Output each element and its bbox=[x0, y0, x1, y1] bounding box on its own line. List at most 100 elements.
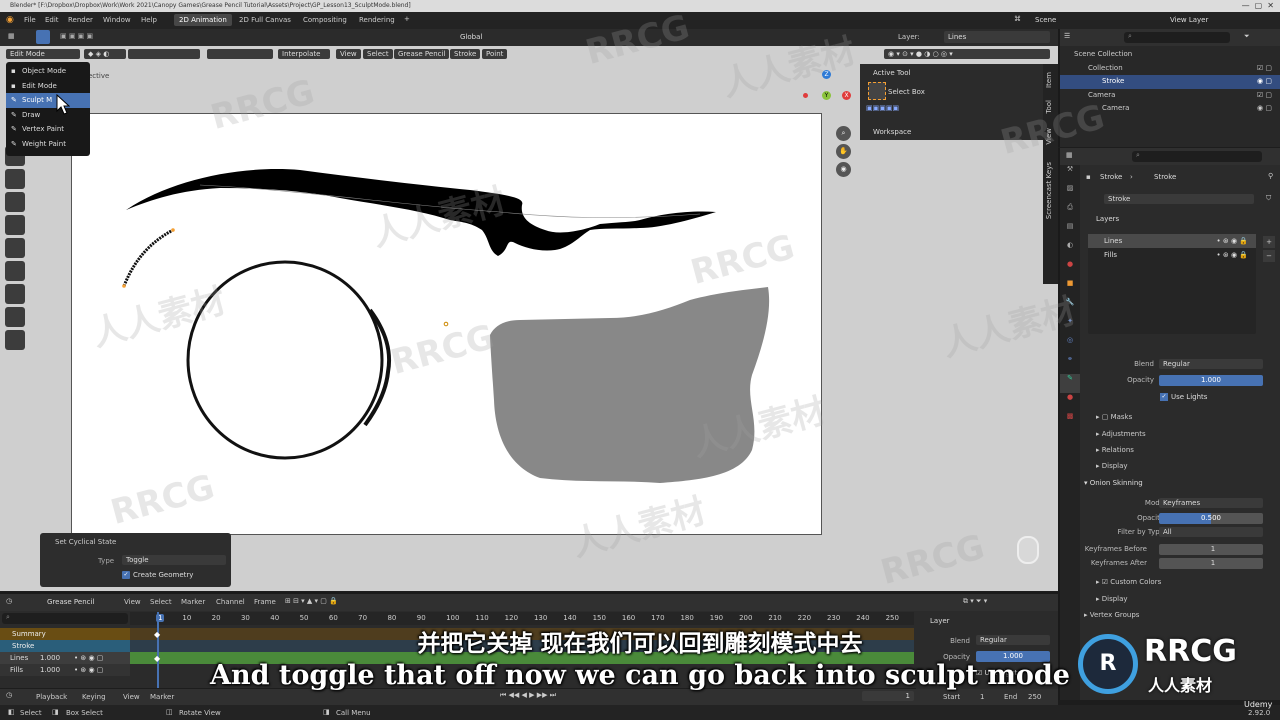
header-menu-grease-pencil[interactable]: Grease Pencil bbox=[394, 49, 450, 59]
layer-add-button[interactable]: + bbox=[1263, 236, 1275, 248]
keyframe-tools-icons[interactable]: ⊞ ⊟ ▾ ▲ ▾ ▢ 🔒 bbox=[285, 597, 338, 605]
active-tool-title[interactable]: Active Tool bbox=[873, 69, 910, 77]
blend-dropdown[interactable]: Regular bbox=[1159, 359, 1263, 369]
overlay-shading-icons[interactable]: ◉ ▾ ⊙ ▾ ● ◑ ○ ◎ ▾ bbox=[884, 49, 1050, 59]
header-menu-stroke[interactable]: Stroke bbox=[450, 49, 481, 59]
select-mode-buttons[interactable]: ▣▣▣▣▣ bbox=[866, 104, 899, 112]
gizmo-x[interactable]: X bbox=[842, 91, 851, 100]
tool-scale-icon[interactable] bbox=[5, 238, 25, 258]
layer-dropdown[interactable]: Lines bbox=[944, 31, 1050, 43]
scene-name[interactable]: Scene bbox=[1035, 16, 1056, 24]
tab-data-icon[interactable]: ✎ bbox=[1060, 374, 1080, 393]
outliner-row[interactable]: Stroke ◉ ▢ bbox=[1060, 75, 1280, 89]
mode-object[interactable]: ▪ Object Mode bbox=[6, 64, 90, 79]
mode-edit[interactable]: ▪ Edit Mode bbox=[6, 79, 90, 94]
fake-user-icon[interactable]: ⛉ bbox=[1266, 194, 1271, 203]
tool-rotate-icon[interactable] bbox=[5, 215, 25, 235]
dopesheet-filter-icons[interactable]: ⧉ ▾ ⏷ ▾ bbox=[963, 597, 987, 606]
tab-view-layer-icon[interactable]: ▤ bbox=[1060, 222, 1080, 241]
header-menu-view[interactable]: View bbox=[336, 49, 361, 59]
opacity-field[interactable]: 1.000 bbox=[1159, 375, 1263, 386]
zoom-icon[interactable]: ⌕ bbox=[836, 126, 851, 141]
camera-view-icon[interactable]: ◉ bbox=[836, 162, 851, 177]
tab-compositing[interactable]: Compositing bbox=[303, 16, 347, 24]
layer-remove-button[interactable]: − bbox=[1263, 250, 1275, 262]
outliner-editor-icon[interactable]: ☰ bbox=[1064, 32, 1070, 40]
layer-item-fills[interactable]: Fills • ⊛ ◉ 🔒 bbox=[1088, 248, 1256, 262]
header-menu-select[interactable]: Select bbox=[363, 49, 393, 59]
timeline-marker-menu[interactable]: Marker bbox=[150, 693, 174, 701]
tool-cursor-icon[interactable] bbox=[5, 169, 25, 189]
falloff-dropdown[interactable] bbox=[128, 49, 200, 59]
tab-rendering[interactable]: Rendering bbox=[359, 16, 395, 24]
gizmo-neg-x[interactable] bbox=[803, 93, 808, 98]
add-workspace-button[interactable]: + bbox=[404, 15, 410, 23]
header-menu-point[interactable]: Point bbox=[482, 49, 508, 59]
keying-menu[interactable]: Keying bbox=[82, 693, 106, 701]
outliner-row[interactable]: Collection ☑ ▢ bbox=[1060, 62, 1280, 76]
type-dropdown[interactable]: Toggle bbox=[122, 555, 226, 565]
tab-2d-animation[interactable]: 2D Animation bbox=[174, 14, 232, 26]
multiframe-toggle[interactable] bbox=[207, 49, 273, 59]
onion-skinning-panel[interactable]: ▾ Onion Skinning bbox=[1084, 479, 1143, 487]
interpolate-dropdown[interactable]: Interpolate bbox=[278, 49, 330, 59]
dopesheet-menu-view[interactable]: View bbox=[124, 598, 141, 606]
orientation-dropdown[interactable]: Global bbox=[460, 33, 482, 41]
onion-opacity-field[interactable]: 0.500 bbox=[1159, 513, 1263, 524]
tab-constraints-icon[interactable]: ⚭ bbox=[1060, 355, 1080, 374]
timeline-editor-icon[interactable]: ◷ bbox=[6, 691, 12, 699]
dopesheet-menu-channel[interactable]: Channel bbox=[216, 598, 245, 606]
tab-2d-full-canvas[interactable]: 2D Full Canvas bbox=[239, 16, 291, 24]
tool-move-icon[interactable] bbox=[5, 192, 25, 212]
select-cursor-icon[interactable] bbox=[36, 30, 50, 44]
keyframes-after-field[interactable]: 1 bbox=[1159, 558, 1263, 569]
menu-window[interactable]: Window bbox=[103, 16, 131, 24]
tab-render-icon[interactable]: ▨ bbox=[1060, 184, 1080, 203]
create-geometry-checkbox[interactable]: ✓ bbox=[122, 571, 130, 579]
custom-colors-panel[interactable]: ▸ ☑ Custom Colors bbox=[1096, 578, 1161, 586]
tab-tool-icon[interactable]: ⚒ bbox=[1060, 165, 1080, 184]
dopesheet-menu-frame[interactable]: Frame bbox=[254, 598, 276, 606]
tab-screencast-keys[interactable]: Screencast Keys bbox=[1045, 162, 1053, 219]
adjustments-panel[interactable]: ▸ Adjustments bbox=[1096, 430, 1146, 438]
tab-world-icon[interactable]: ● bbox=[1060, 260, 1080, 279]
tool-radius-icon[interactable] bbox=[5, 330, 25, 350]
operator-title[interactable]: Set Cyclical State bbox=[55, 538, 116, 546]
display-panel[interactable]: ▸ Display bbox=[1096, 462, 1128, 470]
layers-panel-title[interactable]: Layers bbox=[1096, 215, 1119, 223]
pin-icon[interactable]: ⚲ bbox=[1268, 172, 1273, 180]
selection-mode-icons[interactable]: ◆ ◈ ◐ bbox=[84, 49, 126, 59]
pan-icon[interactable]: ✋ bbox=[836, 144, 851, 159]
blender-logo-icon[interactable]: ◉ bbox=[6, 15, 14, 25]
properties-editor-icon[interactable]: ▦ bbox=[1066, 151, 1073, 159]
current-frame-field[interactable]: 1 bbox=[862, 691, 914, 701]
outliner-row[interactable]: Scene Collection bbox=[1060, 48, 1280, 62]
keyframes-before-field[interactable]: 1 bbox=[1159, 544, 1263, 555]
mode-dropdown[interactable]: Edit Mode bbox=[6, 49, 80, 59]
window-controls[interactable]: — ▢ ✕ bbox=[1242, 1, 1274, 10]
dopesheet-menu-marker[interactable]: Marker bbox=[181, 598, 205, 606]
editor-type-icon[interactable]: ▦ bbox=[8, 32, 15, 40]
playback-controls[interactable]: ⏮ ◀◀ ◀ ▶ ▶▶ ⏭ bbox=[500, 691, 556, 700]
mode-draw[interactable]: ✎ Draw bbox=[6, 108, 90, 123]
masks-panel[interactable]: ▸ ▢ Masks bbox=[1096, 413, 1132, 421]
dopesheet-mode-dropdown[interactable]: Grease Pencil bbox=[47, 598, 94, 606]
playback-menu[interactable]: Playback bbox=[36, 693, 67, 701]
mode-sculpt[interactable]: ✎ Sculpt M bbox=[6, 93, 90, 108]
start-field[interactable]: 1 bbox=[980, 693, 984, 701]
dopesheet-menu-select[interactable]: Select bbox=[150, 598, 172, 606]
layer-item-lines[interactable]: Lines • ⊛ ◉ 🔒 bbox=[1088, 234, 1256, 248]
select-mode-icons[interactable]: ▣ ▣ ▣ ▣ bbox=[60, 32, 93, 40]
outliner-search[interactable]: ⌕ bbox=[1124, 32, 1230, 43]
tab-material-icon[interactable]: ● bbox=[1060, 393, 1080, 412]
end-field[interactable]: 250 bbox=[1028, 693, 1041, 701]
mode-weight-paint[interactable]: ✎ Weight Paint bbox=[6, 137, 90, 152]
dopesheet-editor-icon[interactable]: ◷ bbox=[6, 597, 12, 605]
channel-search[interactable]: ⌕ bbox=[2, 613, 128, 624]
timeline-view-menu[interactable]: View bbox=[123, 693, 140, 701]
tab-output-icon[interactable]: ⎙ bbox=[1060, 203, 1080, 222]
onion-display-panel[interactable]: ▸ Display bbox=[1096, 595, 1128, 603]
vertex-groups-panel[interactable]: ▸ Vertex Groups bbox=[1084, 611, 1139, 619]
tool-extrude-icon[interactable] bbox=[5, 307, 25, 327]
tab-item[interactable]: Item bbox=[1045, 72, 1053, 88]
